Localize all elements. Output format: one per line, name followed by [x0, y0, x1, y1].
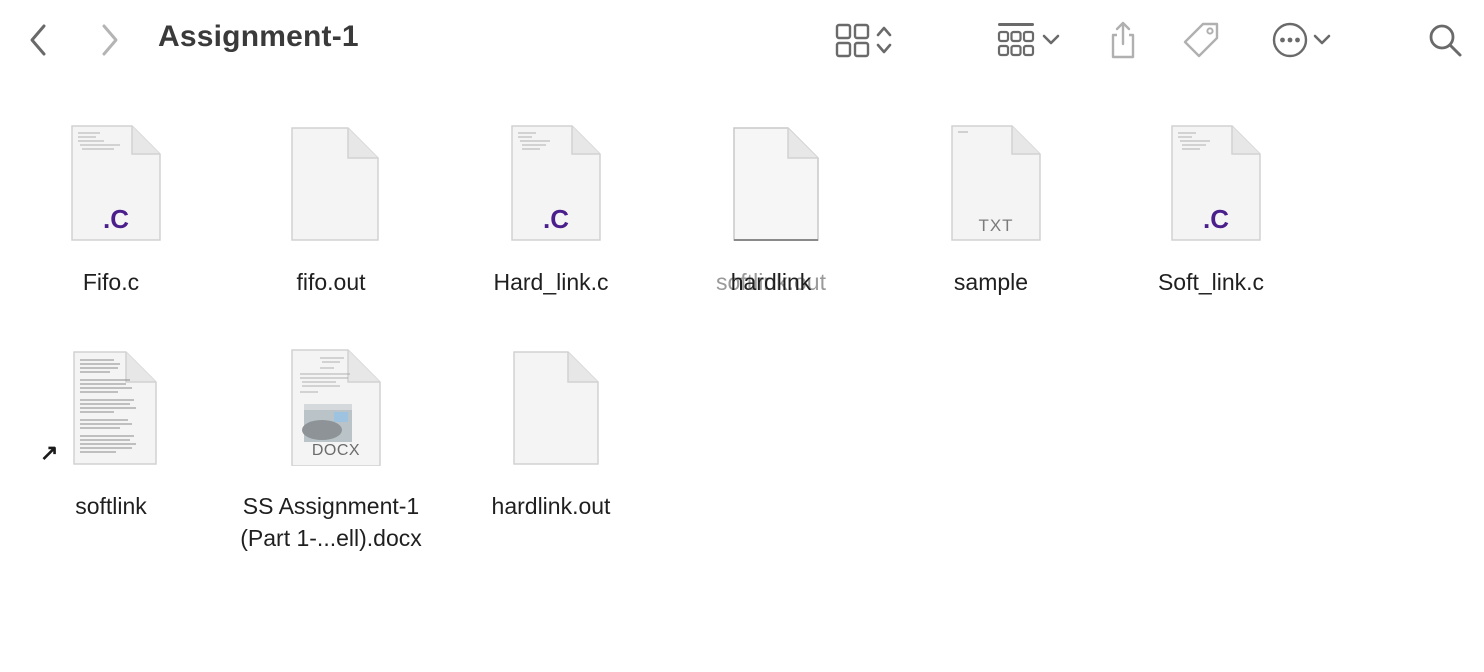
ellipsis-circle-icon: [1272, 22, 1308, 58]
search-icon: [1429, 24, 1462, 57]
file-name: hardlink: [730, 269, 812, 295]
view-mode-button[interactable]: [826, 18, 902, 62]
toolbar: Assignment-1: [0, 0, 1484, 80]
tag-icon: [1183, 22, 1219, 58]
file-item-hardlink-out[interactable]: hardlink.out: [446, 346, 656, 522]
file-name-line-2: (Part 1-...ell).docx: [240, 525, 422, 551]
file-name: SS Assignment-1 (Part 1-...ell).docx: [226, 490, 436, 554]
text-file-icon: TXT: [950, 124, 1042, 241]
c-file-icon: .C: [510, 124, 602, 241]
file-name: Fifo.c: [82, 269, 140, 295]
file-item-sample[interactable]: TXT sample: [886, 122, 1096, 298]
file-name-line-1: SS Assignment-1: [242, 493, 420, 519]
file-type-badge: TXT: [978, 216, 1014, 235]
file-item-softlink[interactable]: ↗ softlink: [6, 346, 216, 522]
file-type-badge: .C: [1203, 204, 1229, 234]
chevron-left-icon: [30, 24, 46, 56]
file-item-soft-link-c[interactable]: .C Soft_link.c: [1106, 122, 1316, 298]
forward-button[interactable]: [92, 18, 128, 62]
file-type-badge: .C: [543, 204, 569, 234]
file-name-overlap: softlink.out hardlink: [666, 266, 876, 298]
file-type-badge: .C: [103, 204, 129, 234]
docx-file-icon: DOCX: [290, 348, 382, 466]
chevron-right-icon: [102, 24, 118, 56]
file-name: Soft_link.c: [1157, 269, 1265, 295]
file-item-hard-link-c[interactable]: .C Hard_link.c: [446, 122, 656, 298]
file-name: sample: [953, 269, 1029, 295]
window-title: Assignment-1: [158, 20, 359, 53]
text-file-icon: [70, 348, 162, 465]
blank-file-icon: [730, 124, 822, 241]
up-down-chevron-icon: [876, 26, 892, 54]
file-name: Hard_link.c: [493, 269, 609, 295]
tag-button[interactable]: [1178, 18, 1224, 62]
file-item-hardlink[interactable]: softlink.out hardlink: [666, 122, 876, 298]
file-name: softlink: [75, 493, 147, 519]
search-button[interactable]: [1422, 18, 1468, 62]
file-type-badge: DOCX: [311, 442, 361, 459]
group-grid-icon: [997, 23, 1035, 57]
group-button[interactable]: [988, 18, 1068, 62]
chevron-down-icon: [1313, 34, 1331, 45]
file-name: fifo.out: [296, 269, 366, 295]
file-item-fifo-out[interactable]: fifo.out: [226, 122, 436, 298]
file-name: hardlink.out: [491, 493, 611, 519]
alias-arrow-icon: ↗: [40, 440, 59, 465]
chevron-down-icon: [1042, 34, 1060, 45]
more-actions-button[interactable]: [1264, 18, 1340, 62]
share-button[interactable]: [1102, 18, 1144, 62]
back-button[interactable]: [20, 18, 56, 62]
blank-file-icon: [290, 124, 382, 241]
file-item-fifo-c[interactable]: .C Fifo.c: [6, 122, 216, 298]
share-icon: [1111, 21, 1135, 59]
grid-view-icon: [835, 23, 870, 58]
c-file-icon: .C: [70, 124, 162, 241]
file-item-ss-assignment-docx[interactable]: DOCX SS Assignment-1 (Part 1-...ell).doc…: [226, 346, 436, 554]
c-file-icon: .C: [1170, 124, 1262, 241]
blank-file-icon: [510, 348, 602, 465]
